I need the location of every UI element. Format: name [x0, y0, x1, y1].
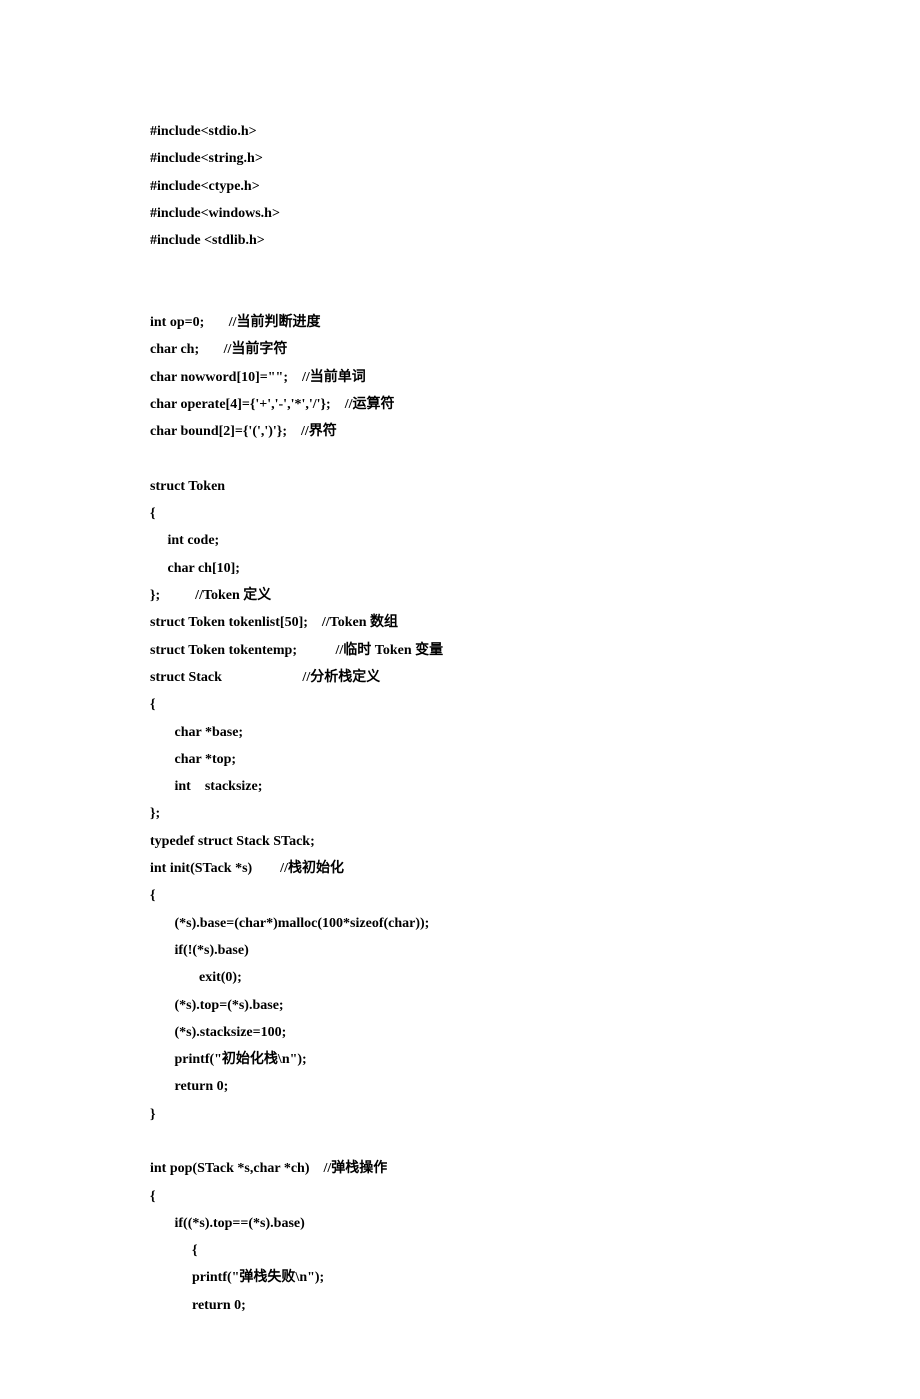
code-line: int init(STack *s) //栈初始化 [150, 855, 770, 882]
code-line: if(!(*s).base) [150, 937, 770, 964]
code-line: { [150, 1237, 770, 1264]
code-line: char ch[10]; [150, 555, 770, 582]
code-line: (*s).stacksize=100; [150, 1019, 770, 1046]
code-line: int pop(STack *s,char *ch) //弹栈操作 [150, 1155, 770, 1182]
code-line: #include<windows.h> [150, 200, 770, 227]
code-line: if((*s).top==(*s).base) [150, 1210, 770, 1237]
blank-line [150, 282, 770, 309]
code-line: return 0; [150, 1073, 770, 1100]
code-line: return 0; [150, 1292, 770, 1319]
code-line: exit(0); [150, 964, 770, 991]
code-line: struct Token tokenlist[50]; //Token 数组 [150, 609, 770, 636]
blank-line [150, 1128, 770, 1155]
code-line: { [150, 691, 770, 718]
code-line: int code; [150, 527, 770, 554]
code-line: int op=0; //当前判断进度 [150, 309, 770, 336]
code-line: #include<string.h> [150, 145, 770, 172]
code-line: }; //Token 定义 [150, 582, 770, 609]
code-line: } [150, 1101, 770, 1128]
code-line: { [150, 500, 770, 527]
code-line: char *base; [150, 719, 770, 746]
code-line: #include<ctype.h> [150, 173, 770, 200]
code-line: char *top; [150, 746, 770, 773]
code-line: char nowword[10]=""; //当前单词 [150, 364, 770, 391]
code-line: (*s).base=(char*)malloc(100*sizeof(char)… [150, 910, 770, 937]
code-line: char ch; //当前字符 [150, 336, 770, 363]
code-line: typedef struct Stack STack; [150, 828, 770, 855]
code-line: #include <stdlib.h> [150, 227, 770, 254]
code-line: struct Stack //分析栈定义 [150, 664, 770, 691]
blank-line [150, 254, 770, 281]
code-document: #include<stdio.h>#include<string.h>#incl… [150, 118, 770, 1319]
code-line: (*s).top=(*s).base; [150, 992, 770, 1019]
code-line: char operate[4]={'+','-','*','/'}; //运算符 [150, 391, 770, 418]
code-line: { [150, 882, 770, 909]
code-line: printf("初始化栈\n"); [150, 1046, 770, 1073]
code-line: }; [150, 800, 770, 827]
code-line: char bound[2]={'(',')'}; //界符 [150, 418, 770, 445]
code-line: struct Token [150, 473, 770, 500]
code-line: { [150, 1183, 770, 1210]
code-line: #include<stdio.h> [150, 118, 770, 145]
code-line: printf("弹栈失败\n"); [150, 1264, 770, 1291]
code-line: struct Token tokentemp; //临时 Token 变量 [150, 637, 770, 664]
blank-line [150, 446, 770, 473]
code-line: int stacksize; [150, 773, 770, 800]
